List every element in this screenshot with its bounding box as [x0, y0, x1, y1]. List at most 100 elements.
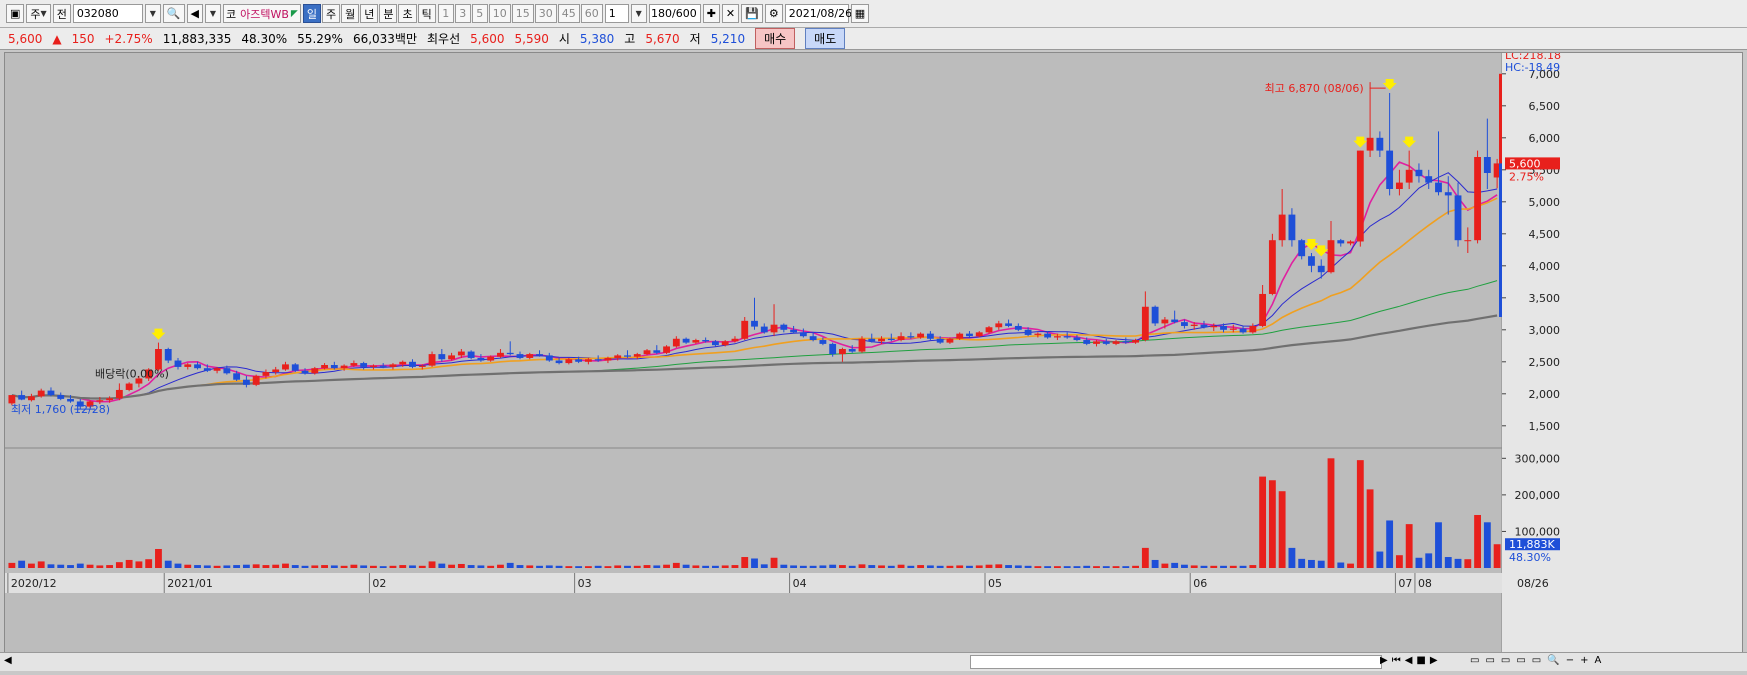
grid — [5, 53, 1742, 653]
price-tick-label: 5,000 — [1529, 196, 1561, 209]
zoom-tools[interactable]: ▭▭▭▭▭🔍−+A — [1470, 655, 1607, 666]
volume-bar — [604, 566, 612, 568]
date-input[interactable]: 2021/08/26 — [784, 4, 852, 23]
stock-name-box[interactable]: 코 아즈텍WB ◤ — [222, 4, 301, 23]
code-dropdown[interactable]: ▼ — [144, 4, 161, 23]
current-price: 5,600 — [8, 31, 43, 46]
candle-body — [770, 324, 778, 333]
period-tab-3[interactable]: 년 — [360, 4, 379, 23]
candle-body — [545, 355, 553, 361]
candle-body — [164, 349, 172, 361]
interval-button-45[interactable]: 45 — [557, 4, 580, 23]
candle-body — [106, 398, 114, 401]
stock-history-dropdown[interactable]: ▼ — [204, 4, 221, 23]
interval-button-15[interactable]: 15 — [511, 4, 534, 23]
volume-bar — [526, 565, 534, 568]
period-tab-1[interactable]: 주 — [321, 4, 341, 23]
volume-bar — [565, 566, 573, 568]
chart-window-icon[interactable]: ▣ — [6, 4, 25, 23]
volume-bar — [682, 564, 690, 568]
period-tab-5[interactable]: 초 — [398, 4, 417, 23]
period-tab-6[interactable]: 틱 — [417, 4, 436, 23]
search-icon[interactable]: 🔍 — [162, 4, 185, 23]
interval-button-5[interactable]: 5 — [471, 4, 488, 23]
save-icon[interactable]: 💾 — [741, 4, 763, 23]
volume-tick-label: 200,000 — [1515, 489, 1561, 502]
candle-body — [643, 350, 651, 355]
interval-button-10[interactable]: 10 — [488, 4, 511, 23]
candle-body — [1063, 336, 1071, 338]
chart-area[interactable]: 7,000 6,500 6,000 5,500 5,000 4,500 4,000 3,500… — [4, 49, 1743, 654]
interval-button-60[interactable]: 60 — [580, 4, 603, 23]
volume-bar — [897, 564, 905, 568]
crosshair-icon[interactable]: ✕ — [721, 4, 740, 23]
period-tab-4[interactable]: 분 — [379, 4, 398, 23]
candle-body — [897, 336, 905, 341]
volume-bar — [975, 565, 983, 568]
volume-bar — [848, 565, 856, 568]
candle-body — [653, 350, 661, 353]
scroll-left-icon[interactable]: ◀ — [4, 655, 12, 666]
time-tick-label: 02 — [372, 577, 386, 590]
calendar-icon[interactable]: ▦ — [850, 4, 870, 23]
volume-bar — [946, 565, 954, 568]
candle-body — [604, 357, 612, 361]
volume-bar — [1151, 559, 1159, 568]
period-tab-0[interactable]: 일 — [302, 4, 321, 23]
jeon-button[interactable]: 전 — [52, 4, 71, 23]
multiplier-input[interactable]: 1 — [604, 4, 629, 23]
period-tab-2[interactable]: 월 — [341, 4, 360, 23]
volume-bar — [497, 564, 504, 568]
volume-bar — [545, 565, 553, 568]
volume-bar — [1337, 562, 1345, 568]
volume-bar — [555, 565, 563, 568]
scroll-thumb[interactable] — [970, 655, 1382, 669]
volume-bar — [47, 564, 55, 568]
interval-button-1[interactable]: 1 — [437, 4, 454, 23]
playback-controls[interactable]: ▶⏮◀■▶ — [1380, 655, 1442, 666]
candle-body — [1210, 325, 1218, 328]
gear-icon[interactable]: ⚙ — [764, 4, 783, 23]
multiplier-dropdown[interactable]: ▼ — [630, 4, 647, 23]
volume-bar — [291, 565, 299, 568]
stock-code-input[interactable]: 032080 — [72, 4, 143, 23]
volume-bar — [536, 565, 543, 568]
volume-bar — [956, 565, 964, 568]
candle-body — [1044, 333, 1052, 338]
candle-body — [926, 333, 934, 339]
price-change: 150 — [71, 31, 95, 46]
volume-bar — [67, 565, 74, 568]
volume-bar — [438, 563, 446, 568]
candle-body — [936, 338, 944, 343]
volume-bar — [1395, 555, 1403, 568]
candle-body — [213, 368, 221, 371]
market-select[interactable]: 주 ▼ — [26, 4, 51, 23]
volume-bar — [282, 563, 289, 568]
candle-body — [321, 365, 328, 369]
volume-bar — [1327, 458, 1335, 568]
candle-body — [1444, 192, 1452, 196]
buy-button[interactable]: 매수 — [755, 28, 796, 49]
volume-bar — [1181, 564, 1188, 568]
sell-button[interactable]: 매도 — [805, 28, 846, 49]
volume-bar — [995, 564, 1003, 568]
volume-bar — [135, 561, 143, 568]
prev-stock-icon[interactable]: ◀ — [186, 4, 203, 23]
interval-button-30[interactable]: 30 — [534, 4, 557, 23]
candle-body — [1220, 325, 1227, 330]
candle-body — [711, 341, 719, 346]
candle-body — [1415, 169, 1423, 177]
interval-button-3[interactable]: 3 — [454, 4, 471, 23]
candle-body — [633, 354, 641, 357]
bottom-scrollbar[interactable]: ◀ ▶⏮◀■▶ ▭▭▭▭▭🔍−+A — [0, 652, 1747, 671]
candle-body — [272, 369, 280, 373]
count-input[interactable]: 180/600 — [648, 4, 701, 23]
candle-body — [233, 373, 241, 380]
indicator-add-icon[interactable]: ✚ — [702, 4, 720, 23]
candle-body — [1073, 337, 1081, 341]
volume-bar — [1005, 565, 1012, 568]
period-tabs: 일주월년분초틱 — [302, 4, 436, 23]
candle-body — [760, 326, 768, 333]
volume-bar — [760, 564, 768, 568]
stock-chart[interactable]: 7,0006,5006,0005,5005,0004,5004,0003,500… — [5, 49, 1742, 653]
